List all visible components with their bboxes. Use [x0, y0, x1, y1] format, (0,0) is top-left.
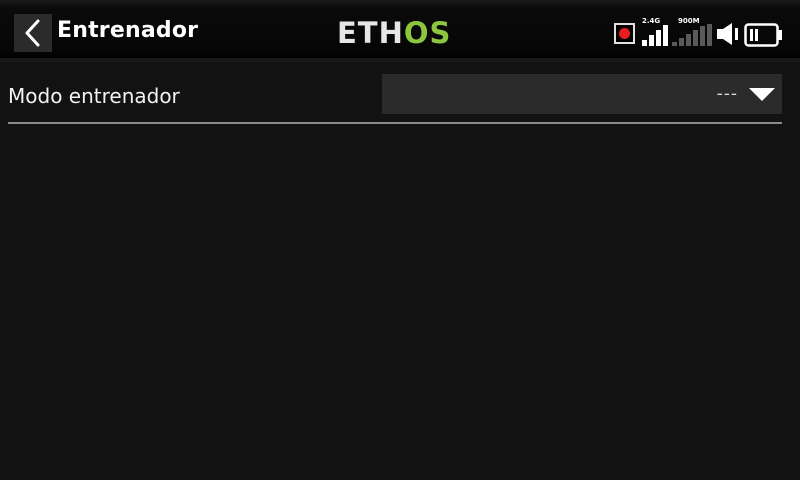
signal-900m-icon	[672, 24, 712, 46]
ethos-logo: ETHOS	[337, 17, 451, 49]
chevron-left-icon	[25, 19, 40, 47]
row-separator	[8, 122, 782, 124]
trainer-mode-dropdown[interactable]: ---	[382, 74, 782, 114]
top-bar: Entrenador ETHOS 2.4G 900M	[0, 0, 800, 59]
header-divider	[0, 58, 800, 62]
trainer-mode-label: Modo entrenador	[8, 84, 180, 108]
trainer-screen: Entrenador ETHOS 2.4G 900M Modo entrenad…	[0, 0, 800, 480]
battery-icon	[744, 23, 782, 47]
chevron-down-icon	[749, 88, 775, 101]
signal-24g-icon	[642, 24, 668, 46]
back-button[interactable]	[14, 14, 52, 52]
speaker-icon	[717, 23, 738, 45]
logo-text-eth: ETH	[337, 16, 404, 50]
trainer-mode-value: ---	[716, 84, 738, 104]
logo-text-os: OS	[403, 16, 452, 50]
record-icon	[614, 23, 635, 44]
page-title: Entrenador	[57, 18, 199, 43]
